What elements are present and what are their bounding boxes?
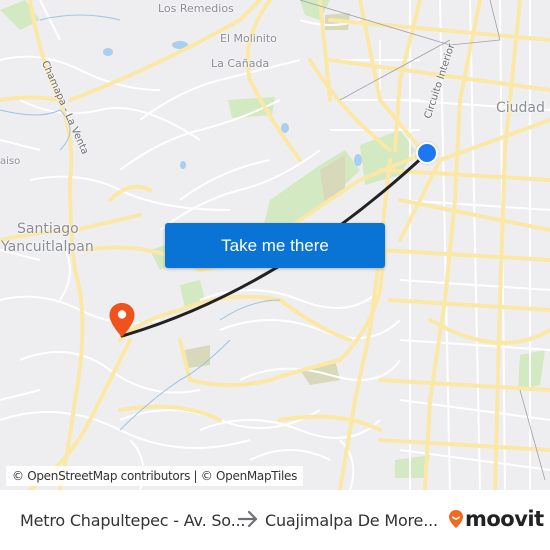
moovit-pin-icon [449,510,463,528]
place-label-yancuitlalpan: Yancuitlalpan [1,239,94,255]
place-label-los-remedios: Los Remedios [158,2,234,15]
place-label-paraiso: aiso [0,156,21,167]
moovit-wordmark: moovit [465,507,544,531]
destination-pin-icon[interactable] [108,302,136,338]
trip-footer: Metro Chapultepec - Av. So... Cuajimalpa… [0,490,550,550]
place-label-ciudad: Ciudad d [496,100,550,116]
moovit-logo[interactable]: moovit [448,506,544,532]
map-view[interactable]: Los Remedios El Molinito La Cañada Santi… [0,0,550,490]
map-attribution[interactable]: © OpenStreetMap contributors | © OpenMap… [6,466,304,486]
origin-marker[interactable] [416,142,438,164]
take-me-there-button[interactable]: Take me there [165,223,385,268]
arrow-right-icon [237,510,258,528]
place-label-el-molinito: El Molinito [220,32,277,45]
destination-name: Cuajimalpa De More... [265,511,438,530]
place-label-la-canada: La Cañada [211,57,270,70]
origin-stop-name: Metro Chapultepec - Av. So... [20,511,246,530]
place-label-santiago: Santiago [17,221,79,237]
